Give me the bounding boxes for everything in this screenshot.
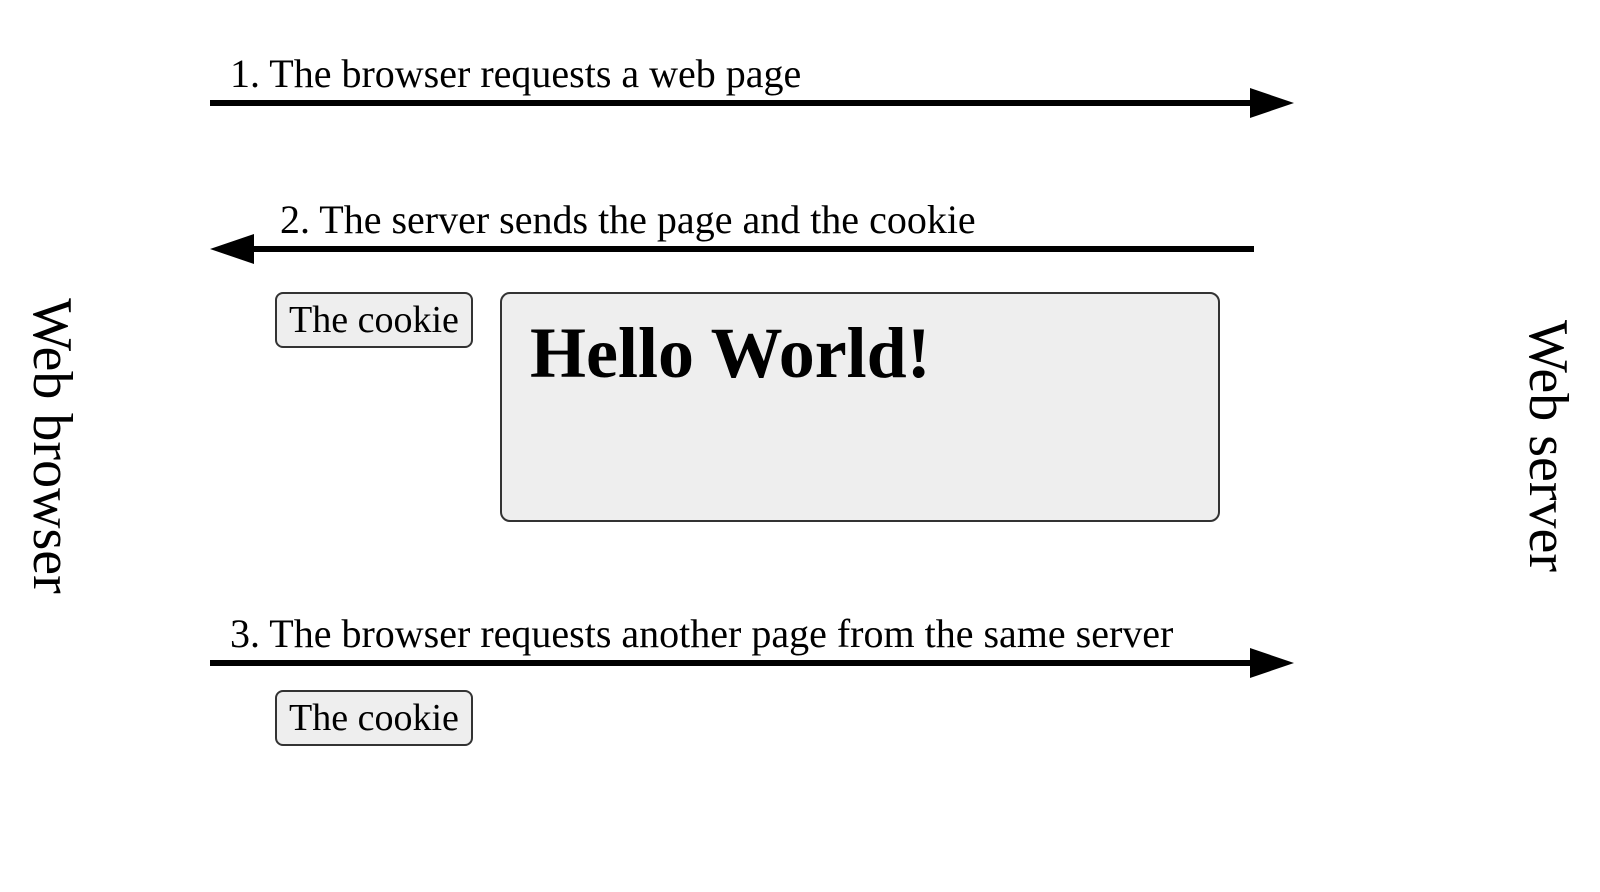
cookie-box-step3: The cookie	[275, 690, 473, 746]
arrow-step3	[210, 660, 1250, 666]
arrowhead-right-icon	[1250, 648, 1294, 678]
arrow-step2	[254, 246, 1254, 252]
web-browser-label: Web browser	[20, 298, 84, 594]
arrowhead-left-icon	[210, 234, 254, 264]
step3-label: 3. The browser requests another page fro…	[230, 610, 1173, 657]
arrow-step1	[210, 100, 1250, 106]
cookie-box-step2: The cookie	[275, 292, 473, 348]
page-content-box: Hello World!	[500, 292, 1220, 522]
step1-label: 1. The browser requests a web page	[230, 50, 801, 97]
diagram-canvas: Web browser Web server 1. The browser re…	[0, 0, 1600, 892]
arrowhead-right-icon	[1250, 88, 1294, 118]
step2-label: 2. The server sends the page and the coo…	[280, 196, 976, 243]
web-server-label: Web server	[1516, 320, 1580, 572]
